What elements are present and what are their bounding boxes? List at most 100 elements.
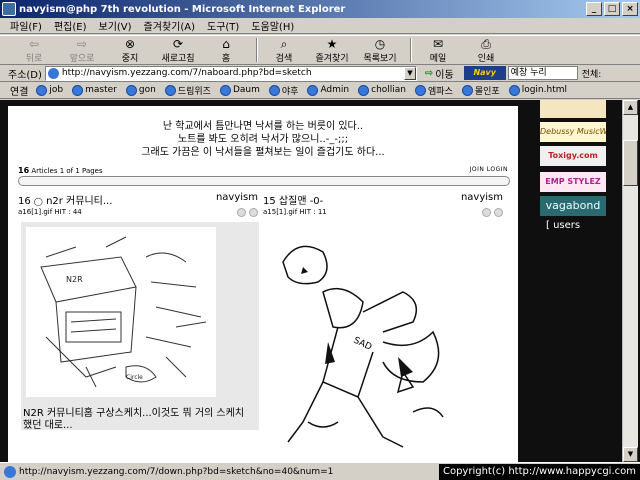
link-admin[interactable]: Admin <box>307 84 350 96</box>
scroll-thumb[interactable] <box>623 140 638 186</box>
search-label: 검색 <box>275 53 293 64</box>
post-author[interactable]: navyism <box>461 192 503 206</box>
sketch-image[interactable]: N2R Circle <box>26 227 216 397</box>
address-bar: 주소(D) http://navyism.yezzang.com/7/naboa… <box>0 65 640 82</box>
ie-link-icon <box>72 84 84 96</box>
favorites-icon: ★ <box>326 36 338 51</box>
home-button[interactable]: ⌂ 홈 <box>204 37 248 64</box>
ie-link-icon <box>415 84 427 96</box>
intro-line: 난 학교에서 틈만나면 낙서를 하는 버릇이 있다.. <box>162 121 364 132</box>
address-input[interactable]: http://navyism.yezzang.com/7/naboard.php… <box>44 65 417 81</box>
ie-link-icon <box>125 84 137 96</box>
mail-label: 메일 <box>429 53 447 64</box>
favorites-button[interactable]: ★ 즐겨찾기 <box>310 37 354 64</box>
back-label: 뒤로 <box>25 53 43 64</box>
window-title: navyism@php 7th revolution - Microsoft I… <box>19 3 346 15</box>
sketch-drawing: SAD <box>282 245 444 448</box>
post-author[interactable]: navyism <box>216 192 258 206</box>
link-label: master <box>85 85 117 95</box>
address-label: 주소(D) <box>8 69 42 81</box>
ie-link-icon <box>461 84 473 96</box>
history-label: 목록보기 <box>363 53 397 64</box>
menu-help[interactable]: 도움말(H) <box>251 18 294 33</box>
board-intro: 난 학교에서 틈만나면 낙서를 하는 버릇이 있다.. 노트를 봐도 오히려 낙… <box>8 120 518 159</box>
sketch-image[interactable]: SAD <box>263 222 459 462</box>
article-meta: 16 Articles 1 of 1 Pages JOIN LOGIN <box>18 166 508 175</box>
mail-icon: ✉ <box>432 36 444 51</box>
link-gon[interactable]: gon <box>125 84 156 96</box>
forward-button[interactable]: ⇨ 앞으로 <box>60 37 104 64</box>
history-button[interactable]: ◷ 목록보기 <box>358 37 402 64</box>
navy-search-input[interactable]: 예창 누리 <box>507 66 578 80</box>
menu-favorites[interactable]: 즐겨찾기(A) <box>144 18 195 33</box>
menu-file[interactable]: 파일(F) <box>10 18 42 33</box>
print-button[interactable]: ⎙ 인쇄 <box>464 37 508 64</box>
search-button[interactable]: ⌕ 검색 <box>262 37 306 64</box>
post-title-link[interactable]: 16 ◯ n2r 커뮤니티... <box>18 192 113 207</box>
navy-toolbar-logo[interactable]: Navy <box>463 66 506 80</box>
edit-icon[interactable] <box>482 208 491 217</box>
scroll-down-button[interactable]: ▼ <box>623 447 638 462</box>
partial-banner[interactable] <box>540 100 606 118</box>
post-meta-row: a15[1].gif HIT : 11 <box>263 208 503 220</box>
join-login-link[interactable]: JOIN LOGIN <box>470 166 508 175</box>
refresh-icon: ⟳ <box>172 36 184 51</box>
post-number: 15 <box>263 196 276 207</box>
back-button[interactable]: ⇦ 뒤로 <box>12 37 56 64</box>
vertical-scrollbar[interactable]: ▲ ▼ <box>622 100 638 462</box>
delete-icon[interactable] <box>249 208 258 217</box>
stop-label: 중지 <box>121 53 139 64</box>
scroll-up-button[interactable]: ▲ <box>623 100 638 115</box>
close-button[interactable]: × <box>622 2 638 16</box>
status-url: http://navyism.yezzang.com/7/down.php?bd… <box>19 466 334 477</box>
print-label: 인쇄 <box>477 53 495 64</box>
title-bar[interactable]: navyism@php 7th revolution - Microsoft I… <box>0 0 640 18</box>
link-job[interactable]: job <box>36 84 63 96</box>
menu-tools[interactable]: 도구(T) <box>207 18 239 33</box>
delete-icon[interactable] <box>494 208 503 217</box>
menu-bar: 파일(F) 편집(E) 보기(V) 즐겨찾기(A) 도구(T) 도움말(H) <box>0 18 640 34</box>
toxigy-banner[interactable]: Toxigy.com <box>540 146 606 166</box>
link-label: Admin <box>320 85 350 95</box>
stop-button[interactable]: ⊗ 중지 <box>108 37 152 64</box>
status-page-icon <box>4 465 16 478</box>
link-yahoo[interactable]: 야후 <box>268 84 299 97</box>
go-button[interactable]: ⇨ 이동 <box>425 66 454 81</box>
ie-link-icon <box>268 84 280 96</box>
mail-button[interactable]: ✉ 메일 <box>416 37 460 64</box>
svg-text:SAD: SAD <box>352 336 373 353</box>
refresh-button[interactable]: ⟳ 새로고침 <box>156 37 200 64</box>
menu-edit[interactable]: 편집(E) <box>54 18 87 33</box>
link-label: gon <box>138 85 156 95</box>
address-dropdown-icon[interactable]: ▼ <box>403 66 416 80</box>
link-chollian[interactable]: chollian <box>358 84 406 96</box>
minimize-button[interactable]: _ <box>586 2 602 16</box>
post-title: n2r 커뮤니티... <box>46 196 113 207</box>
address-url: http://navyism.yezzang.com/7/naboard.php… <box>61 68 312 78</box>
empstylez-banner[interactable]: EMP STYLEZ <box>540 172 606 192</box>
article-count: 16 <box>18 166 30 175</box>
post-number: 16 <box>18 196 31 207</box>
link-master[interactable]: master <box>72 84 117 96</box>
post-title-link[interactable]: 15 삽질맨 -0- <box>263 192 323 207</box>
favorites-label: 즐겨찾기 <box>315 53 349 64</box>
link-empas[interactable]: 엠파스 <box>415 84 453 97</box>
toolbar-separator <box>410 38 412 62</box>
menu-view[interactable]: 보기(V) <box>99 18 132 33</box>
ie-link-icon <box>307 84 319 96</box>
reply-icon: ◯ <box>33 197 43 206</box>
ie-link-icon <box>219 84 231 96</box>
go-arrow-icon: ⇨ <box>424 67 434 79</box>
post-meta: a16[1].gif HIT : 44 <box>18 208 82 216</box>
debussy-banner[interactable]: Debussy MusicWorld <box>540 122 606 142</box>
link-dreamwiz[interactable]: 드림위즈 <box>164 84 211 97</box>
maximize-button[interactable]: □ <box>604 2 620 16</box>
toolbar-separator <box>256 38 258 62</box>
vagabond-banner[interactable]: vagabond <box>540 196 606 216</box>
link-label: 야후 <box>281 86 299 97</box>
edit-icon[interactable] <box>237 208 246 217</box>
link-daum[interactable]: Daum <box>219 84 260 96</box>
link-mallinfo[interactable]: 몰인포 <box>461 84 500 97</box>
link-login[interactable]: login.html <box>508 84 567 96</box>
go-label: 이동 <box>435 69 454 81</box>
